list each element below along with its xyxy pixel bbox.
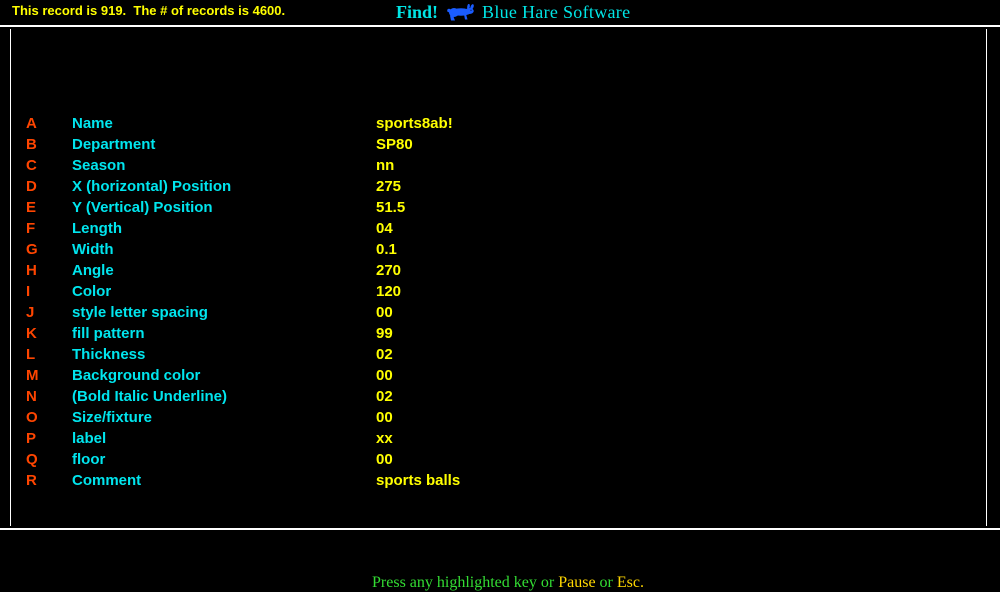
record-row-value: 51.5 bbox=[376, 199, 406, 216]
record-row-key[interactable]: H bbox=[26, 260, 48, 281]
record-row-label: floor bbox=[72, 451, 106, 468]
header-divider bbox=[0, 25, 1000, 27]
footer-text-segment: or bbox=[595, 574, 617, 591]
record-row[interactable]: R Comment sports balls bbox=[26, 470, 976, 491]
record-row-label: Comment bbox=[72, 472, 142, 489]
record-row-key[interactable]: J bbox=[26, 302, 48, 323]
blue-hare-icon bbox=[446, 3, 476, 22]
record-row-key[interactable]: B bbox=[26, 134, 48, 155]
brand-name-label: Blue Hare Software bbox=[482, 2, 631, 22]
record-row[interactable]: D X (horizontal) Position 275 bbox=[26, 176, 976, 197]
record-row-value: 0.1 bbox=[376, 241, 397, 258]
record-row-label: Y (Vertical) Position bbox=[72, 199, 213, 216]
record-row-value: 04 bbox=[376, 220, 393, 237]
record-row[interactable]: Plabel xx bbox=[26, 428, 976, 449]
record-row-value: 120 bbox=[376, 283, 402, 300]
brand-block: Find! Blue Hare Software bbox=[396, 1, 630, 23]
record-row-label: Name bbox=[72, 115, 113, 132]
record-row[interactable]: O Size/fixture 00 bbox=[26, 407, 976, 428]
record-row-label: Department bbox=[72, 136, 156, 153]
record-row-label: label bbox=[72, 430, 107, 447]
footer-divider bbox=[0, 528, 1000, 530]
record-row-label: X (horizontal) Position bbox=[72, 178, 232, 195]
record-row-key[interactable]: F bbox=[26, 218, 48, 239]
record-row-key[interactable]: K bbox=[26, 323, 48, 344]
record-row-label: Color bbox=[72, 283, 112, 300]
record-field-list: A Name sports8ab! B Department SP80 C Season nn D… bbox=[26, 113, 976, 491]
panel-border-left bbox=[10, 29, 11, 526]
record-row[interactable]: G Width 0.1 bbox=[26, 239, 976, 260]
record-row-value: sports balls bbox=[376, 472, 461, 489]
panel-border-right bbox=[986, 29, 987, 526]
record-row-label: style letter spacing bbox=[72, 304, 208, 321]
record-row-value: SP80 bbox=[376, 136, 413, 153]
record-row-value: 275 bbox=[376, 178, 402, 195]
record-row-label: Size/fixture bbox=[72, 409, 153, 426]
record-row[interactable]: H Angle 270 bbox=[26, 260, 976, 281]
record-row-label: Season bbox=[72, 157, 126, 174]
record-row-value: 00 bbox=[376, 451, 393, 468]
record-row-key[interactable]: R bbox=[26, 470, 48, 491]
find-label: Find! bbox=[396, 2, 439, 22]
application-window: This record is 919. The # of records is … bbox=[0, 0, 1000, 591]
record-row-value: 02 bbox=[376, 346, 393, 363]
record-row[interactable]: I Color 120 bbox=[26, 281, 976, 302]
record-row-key[interactable]: G bbox=[26, 239, 48, 260]
record-row-label: Background color bbox=[72, 367, 201, 384]
record-row[interactable]: B Department SP80 bbox=[26, 134, 976, 155]
footer-key-highlight[interactable]: Esc. bbox=[617, 574, 644, 591]
record-row-label: fill pattern bbox=[72, 325, 145, 342]
record-row-key[interactable]: M bbox=[26, 365, 48, 386]
record-row-value: 99 bbox=[376, 325, 393, 342]
record-row[interactable]: A Name sports8ab! bbox=[26, 113, 976, 134]
record-row-value: nn bbox=[376, 157, 395, 174]
record-row[interactable]: M Background color 00 bbox=[26, 365, 976, 386]
record-row-value: 00 bbox=[376, 367, 393, 384]
record-row[interactable]: F Length 04 bbox=[26, 218, 976, 239]
footer-key-highlight[interactable]: Pause bbox=[558, 574, 595, 591]
record-row-label: Length bbox=[72, 220, 122, 237]
record-row-value: 00 bbox=[376, 409, 393, 426]
record-row-key[interactable]: D bbox=[26, 176, 48, 197]
footer-hint-text: Press any highlighted key or Pause or Es… bbox=[0, 538, 1000, 592]
record-row-key[interactable]: Q bbox=[26, 449, 48, 470]
record-row[interactable]: Qfloor 00 bbox=[26, 449, 976, 470]
record-row-label: (Bold Italic Underline) bbox=[72, 388, 228, 405]
record-row-label: Angle bbox=[72, 262, 114, 279]
record-row-key[interactable]: L bbox=[26, 344, 48, 365]
record-row-key[interactable]: I bbox=[26, 281, 48, 302]
record-row-label: Width bbox=[72, 241, 114, 258]
record-row-key[interactable]: P bbox=[26, 428, 48, 449]
record-row-value: xx bbox=[376, 430, 393, 447]
record-row-key[interactable]: O bbox=[26, 407, 48, 428]
record-row-value: 00 bbox=[376, 304, 393, 321]
footer-bar: Press any highlighted key or Pause or Es… bbox=[0, 531, 1000, 591]
record-panel: A Name sports8ab! B Department SP80 C Season nn D… bbox=[12, 30, 985, 526]
record-row-key[interactable]: A bbox=[26, 113, 48, 134]
record-row[interactable]: E Y (Vertical) Position 51.5 bbox=[26, 197, 976, 218]
record-row[interactable]: Jstyle letter spacing 00 bbox=[26, 302, 976, 323]
record-row-key[interactable]: N bbox=[26, 386, 48, 407]
footer-text-segment: or bbox=[540, 574, 559, 591]
record-row-key[interactable]: E bbox=[26, 197, 48, 218]
record-row-label: Thickness bbox=[72, 346, 146, 363]
record-row[interactable]: N (Bold Italic Underline) 02 bbox=[26, 386, 976, 407]
record-status-text: This record is 919. The # of records is … bbox=[12, 3, 286, 18]
header-bar: This record is 919. The # of records is … bbox=[0, 0, 1000, 25]
record-row[interactable]: L Thickness 02 bbox=[26, 344, 976, 365]
record-row-value: 02 bbox=[376, 388, 393, 405]
footer-text-segment: Press any highlighted key bbox=[372, 574, 541, 591]
record-row-value: 270 bbox=[376, 262, 402, 279]
record-row-key[interactable]: C bbox=[26, 155, 48, 176]
record-row-value: sports8ab! bbox=[376, 115, 453, 132]
record-row[interactable]: Kfill pattern 99 bbox=[26, 323, 976, 344]
record-row[interactable]: C Season nn bbox=[26, 155, 976, 176]
